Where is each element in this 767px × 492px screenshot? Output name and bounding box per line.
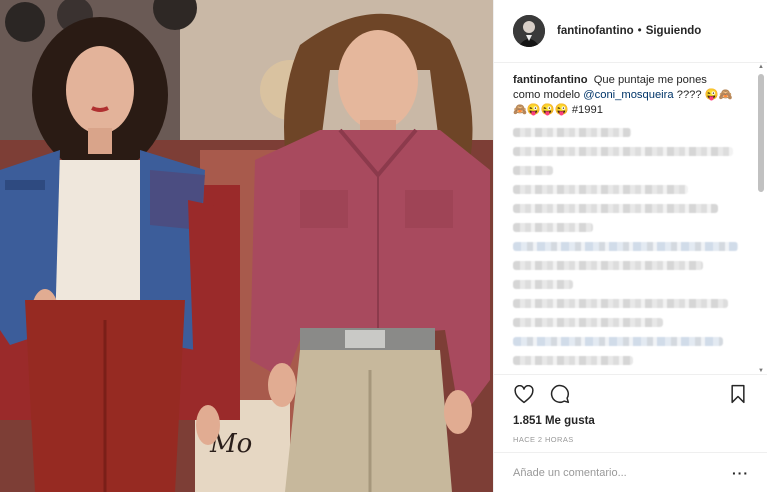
caption-username[interactable]: fantinofantino xyxy=(513,74,588,86)
blurred-comment xyxy=(513,147,733,156)
ellipsis-icon[interactable]: ··· xyxy=(732,465,749,481)
blurred-comment xyxy=(513,280,573,289)
follow-status-button[interactable]: Siguiendo xyxy=(646,25,702,37)
comments-scrollbar[interactable]: ▲ ▼ xyxy=(757,64,765,374)
comment-input[interactable] xyxy=(513,466,732,479)
avatar[interactable] xyxy=(513,15,545,47)
action-icon-row xyxy=(513,383,749,405)
add-comment-bar: ··· xyxy=(494,452,767,492)
blurred-comment xyxy=(513,261,703,270)
post-photo[interactable]: Mo xyxy=(0,0,493,492)
post-caption: fantinofantino Que puntaje me pones como… xyxy=(513,73,735,118)
blurred-comment xyxy=(513,166,553,175)
caption-mention-link[interactable]: @coni_mosqueira xyxy=(583,89,673,101)
likes-count[interactable]: 1.851 Me gusta xyxy=(513,415,749,427)
blurred-comment xyxy=(513,356,633,365)
comment-bubble-icon xyxy=(550,384,570,404)
heart-icon xyxy=(514,384,534,403)
blurred-comment xyxy=(513,204,718,213)
blurred-comment xyxy=(513,318,663,327)
photo-illustration: Mo xyxy=(0,0,493,492)
separator-dot: • xyxy=(637,25,642,37)
blurred-comment xyxy=(513,242,738,251)
bookmark-icon xyxy=(731,384,745,404)
post-actions: 1.851 Me gusta HACE 2 HORAS xyxy=(494,374,767,444)
like-button[interactable] xyxy=(513,383,535,405)
save-button[interactable] xyxy=(727,383,749,405)
blurred-comment xyxy=(513,185,688,194)
post-header: fantinofantino • Siguiendo xyxy=(494,0,767,63)
header-username[interactable]: fantinofantino xyxy=(557,25,634,37)
comments-list[interactable]: fantinofantino Que puntaje me pones como… xyxy=(494,64,757,374)
comment-button[interactable] xyxy=(549,383,571,405)
avatar-image xyxy=(513,15,545,47)
scroll-up-arrow-icon[interactable]: ▲ xyxy=(757,64,765,70)
blurred-comment xyxy=(513,299,728,308)
post-side-panel: fantinofantino • Siguiendo fantinofantin… xyxy=(493,0,767,492)
blurred-comment xyxy=(513,337,723,346)
scroll-thumb[interactable] xyxy=(758,74,764,192)
post-timestamp[interactable]: HACE 2 HORAS xyxy=(513,435,749,444)
blurred-comment xyxy=(513,128,631,137)
blurred-comment xyxy=(513,223,593,232)
blurred-comments xyxy=(513,128,757,365)
